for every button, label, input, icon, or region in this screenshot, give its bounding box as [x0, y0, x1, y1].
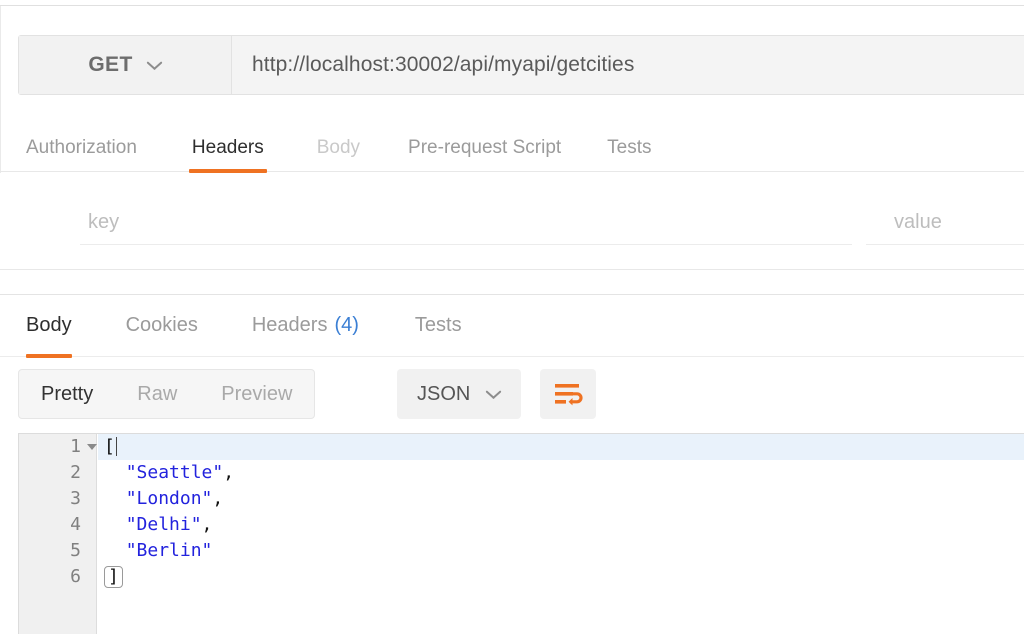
code-line: ]: [98, 564, 1024, 590]
line-number: 4: [70, 514, 81, 535]
json-comma: ,: [223, 462, 235, 483]
fold-arrow-icon[interactable]: [87, 444, 97, 450]
json-string: "Seattle": [125, 462, 224, 483]
tab-label: Tests: [414, 314, 462, 336]
request-tabs: Authorization Headers Body Pre-request S…: [0, 124, 1024, 173]
response-tabs: Body Cookies Headers (4) Tests: [0, 295, 1024, 358]
json-close-bracket: ]: [104, 566, 123, 588]
word-wrap-icon: [555, 384, 583, 406]
text-cursor: [115, 437, 117, 456]
tab-authorization[interactable]: Authorization: [26, 124, 137, 172]
editor-code-area[interactable]: [ "Seattle", "London", "Delhi", "Berlin"…: [98, 434, 1024, 634]
code-line: "Seattle",: [98, 460, 1024, 486]
code-line: [: [98, 434, 1024, 460]
tab-label: Body: [316, 136, 361, 158]
headers-count-badge: (4): [334, 314, 359, 336]
view-mode-raw[interactable]: Raw: [115, 370, 199, 418]
url-input[interactable]: http://localhost:30002/api/myapi/getciti…: [232, 36, 1024, 94]
code-line: "Berlin": [98, 538, 1024, 564]
tab-label: Headers: [191, 136, 264, 158]
tab-label: Cookies: [125, 314, 198, 336]
json-string: "Delhi": [125, 514, 202, 535]
format-label: JSON: [417, 382, 471, 405]
json-comma: ,: [201, 514, 213, 535]
chevron-down-icon: [147, 61, 162, 70]
tab-headers[interactable]: Headers: [188, 124, 267, 173]
tab-label: Body: [26, 314, 72, 336]
code-line-content: "Delhi",: [98, 512, 1024, 538]
url-bar: GET http://localhost:30002/api/myapi/get…: [18, 35, 1024, 95]
headers-key-value-row: key value: [0, 173, 1024, 270]
response-body-editor[interactable]: [ "Seattle", "London", "Delhi", "Berlin"…: [18, 433, 1024, 634]
code-line-content: [: [98, 434, 1024, 460]
code-line-content: ]: [98, 564, 1024, 590]
response-tab-body[interactable]: Body: [26, 295, 72, 358]
code-line-content: "London",: [98, 486, 1024, 512]
tab-label: Headers: [251, 314, 328, 336]
json-open-bracket: [: [104, 436, 115, 457]
json-string: "London": [125, 488, 213, 509]
view-mode-label: Raw: [137, 382, 178, 405]
line-numbers: 1 2 3 4 5 6: [19, 434, 97, 590]
header-value-input[interactable]: value: [866, 201, 1024, 245]
response-tab-headers[interactable]: Headers (4): [252, 295, 359, 357]
response-panel: Body Cookies Headers (4) Tests Pretty Ra…: [0, 294, 1024, 634]
tab-body[interactable]: Body: [317, 124, 360, 172]
line-number: 2: [70, 462, 81, 483]
view-mode-group: Pretty Raw Preview: [18, 369, 316, 419]
header-key-input[interactable]: key: [80, 201, 852, 245]
request-response-gap: [0, 270, 1024, 294]
view-mode-pretty[interactable]: Pretty: [19, 370, 115, 418]
response-tab-tests[interactable]: Tests: [415, 295, 462, 357]
view-mode-label: Preview: [221, 382, 293, 405]
response-tab-cookies[interactable]: Cookies: [126, 295, 198, 357]
line-number: 5: [70, 540, 81, 561]
chevron-down-icon: [486, 390, 501, 399]
http-method-selector[interactable]: GET: [19, 36, 232, 94]
code-line: "London",: [98, 486, 1024, 512]
json-string: "Berlin": [125, 540, 213, 561]
line-number: 1: [70, 436, 81, 457]
tab-pre-request-script[interactable]: Pre-request Script: [408, 124, 561, 172]
word-wrap-button[interactable]: [540, 369, 596, 419]
code-line-content: "Seattle",: [98, 460, 1024, 486]
view-mode-label: Pretty: [41, 382, 94, 405]
tab-tests[interactable]: Tests: [607, 124, 651, 172]
top-divider: [0, 5, 1024, 6]
response-format-select[interactable]: JSON: [397, 369, 522, 419]
code-line-content: "Berlin": [98, 538, 1024, 564]
http-method-label: GET: [88, 53, 133, 76]
postman-request-response-view: GET http://localhost:30002/api/myapi/get…: [0, 0, 1024, 634]
line-number: 6: [70, 566, 81, 587]
response-format-toolbar: Pretty Raw Preview JSON: [0, 357, 1024, 433]
line-number: 3: [70, 488, 81, 509]
view-mode-preview[interactable]: Preview: [199, 370, 314, 418]
tab-label: Pre-request Script: [408, 136, 562, 158]
tab-label: Tests: [607, 136, 652, 158]
code-line: "Delhi",: [98, 512, 1024, 538]
json-comma: ,: [212, 488, 224, 509]
tab-label: Authorization: [26, 136, 137, 158]
